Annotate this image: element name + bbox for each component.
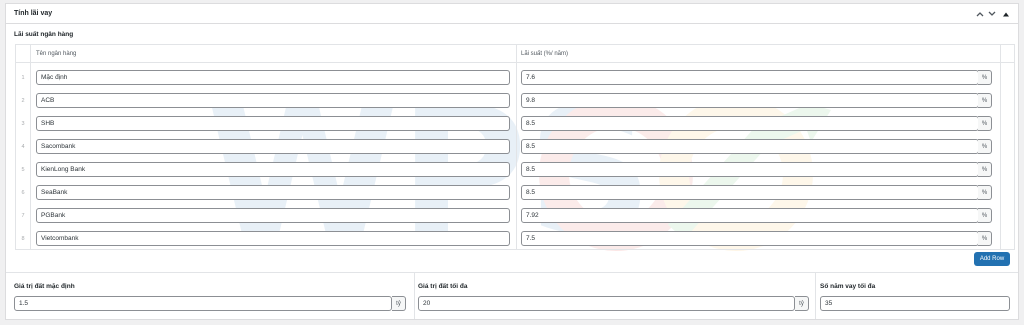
max-land-value-label: Giá trị đất tối đa xyxy=(418,283,468,290)
chevron-down-icon xyxy=(988,11,996,16)
row-number[interactable]: 6 xyxy=(16,181,30,204)
table-header: Tên ngân hàng Lãi suất (%/ năm) xyxy=(16,45,1014,63)
percent-unit: % xyxy=(978,70,992,85)
panel-title: Tính lãi vay xyxy=(14,10,53,17)
percent-unit: % xyxy=(978,208,992,223)
move-up-button[interactable] xyxy=(974,8,986,20)
default-land-value-input[interactable]: 1.5 xyxy=(14,296,392,311)
table-row: 4 Sacombank 8.5 % xyxy=(16,135,1014,158)
rates-section-label: Lãi suất ngân hàng xyxy=(14,31,74,38)
table-row: 3 SHB 8.5 % xyxy=(16,112,1014,135)
max-loan-years-label: Số năm vay tối đa xyxy=(820,283,876,290)
percent-unit: % xyxy=(978,231,992,246)
rate-column-header: Lãi suất (%/ năm) xyxy=(521,51,569,57)
interest-rate-input[interactable]: 7.92 xyxy=(521,208,979,223)
bank-name-input[interactable]: KienLong Bank xyxy=(36,162,510,177)
interest-rate-input[interactable]: 9.8 xyxy=(521,93,979,108)
row-number[interactable]: 4 xyxy=(16,135,30,158)
table-row: 1 Mặc định 7.6 % xyxy=(16,66,1014,89)
interest-rate-input[interactable]: 8.5 xyxy=(521,139,979,154)
chevron-up-icon xyxy=(976,12,984,17)
table-row: 6 SeaBank 8.5 % xyxy=(16,181,1014,204)
toggle-panel-button[interactable] xyxy=(1000,8,1012,20)
bank-name-input[interactable]: SeaBank xyxy=(36,185,510,200)
percent-unit: % xyxy=(978,185,992,200)
row-number[interactable]: 8 xyxy=(16,227,30,250)
percent-unit: % xyxy=(978,93,992,108)
default-land-value-unit: tỷ xyxy=(392,296,406,311)
row-number[interactable]: 2 xyxy=(16,89,30,112)
row-number[interactable]: 5 xyxy=(16,158,30,181)
bank-name-input[interactable]: Sacombank xyxy=(36,139,510,154)
bank-name-input[interactable]: SHB xyxy=(36,116,510,131)
panel-header: Tính lãi vay xyxy=(6,4,1018,24)
bank-rates-table: Tên ngân hàng Lãi suất (%/ năm) 1 Mặc đị… xyxy=(15,44,1015,250)
table-row: 7 PGBank 7.92 % xyxy=(16,204,1014,227)
max-loan-years-input[interactable]: 35 xyxy=(820,296,1010,311)
bank-name-input[interactable]: Mặc định xyxy=(36,70,510,85)
percent-unit: % xyxy=(978,162,992,177)
interest-rate-input[interactable]: 8.5 xyxy=(521,185,979,200)
divider xyxy=(414,272,415,319)
table-row: 8 Vietcombank 7.5 % xyxy=(16,227,1014,250)
divider xyxy=(815,272,816,319)
interest-rate-input[interactable]: 7.6 xyxy=(521,70,979,85)
interest-rate-input[interactable]: 8.5 xyxy=(521,116,979,131)
max-land-value-input[interactable]: 20 xyxy=(418,296,795,311)
add-row-button[interactable]: Add Row xyxy=(974,252,1010,266)
row-number[interactable]: 1 xyxy=(16,66,30,89)
move-down-button[interactable] xyxy=(986,8,998,20)
bank-name-input[interactable]: Vietcombank xyxy=(36,231,510,246)
percent-unit: % xyxy=(978,116,992,131)
interest-rate-input[interactable]: 8.5 xyxy=(521,162,979,177)
row-number[interactable]: 7 xyxy=(16,204,30,227)
interest-rate-input[interactable]: 7.5 xyxy=(521,231,979,246)
divider xyxy=(6,272,1018,273)
default-land-value-label: Giá trị đất mặc định xyxy=(14,283,75,290)
table-row: 2 ACB 9.8 % xyxy=(16,89,1014,112)
bank-name-column-header: Tên ngân hàng xyxy=(36,51,77,57)
bank-name-input[interactable]: PGBank xyxy=(36,208,510,223)
bank-name-input[interactable]: ACB xyxy=(36,93,510,108)
percent-unit: % xyxy=(978,139,992,154)
row-number[interactable]: 3 xyxy=(16,112,30,135)
loan-calculator-panel: Tính lãi vay Lãi suất ngân hàng WPS Tên … xyxy=(5,3,1019,320)
collapse-toggle-icon xyxy=(1003,12,1009,16)
table-row: 5 KienLong Bank 8.5 % xyxy=(16,158,1014,181)
max-land-value-unit: tỷ xyxy=(795,296,809,311)
